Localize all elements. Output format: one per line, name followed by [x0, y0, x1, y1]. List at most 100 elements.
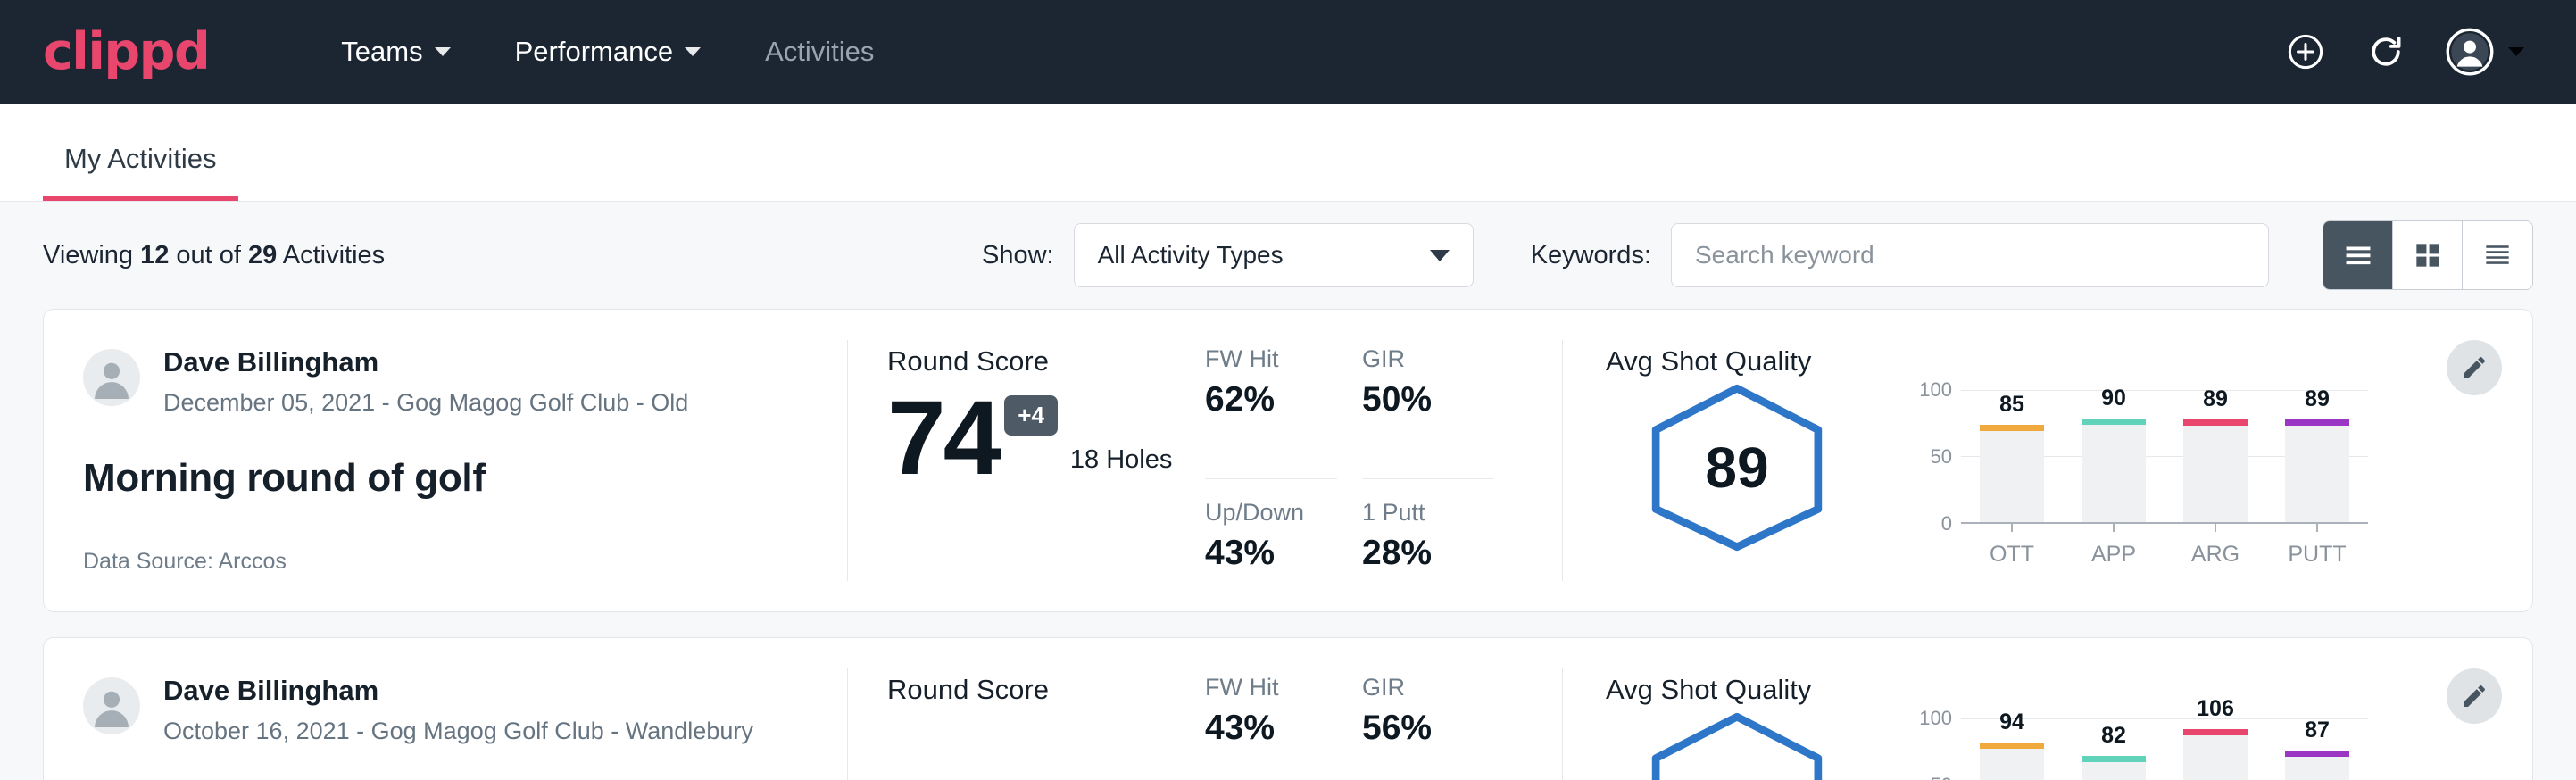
activity-info-column: Dave Billingham October 16, 2021 - Gog M…	[44, 638, 847, 780]
add-circle-icon[interactable]	[2285, 31, 2326, 72]
bar-value-label: 82	[2101, 723, 2126, 749]
stat-gir: GIR 56%	[1362, 674, 1494, 780]
viewing-count: 12	[140, 241, 169, 270]
bar-app	[2082, 756, 2146, 780]
compact-view-button[interactable]	[2463, 221, 2532, 289]
avatar	[83, 349, 140, 406]
stat-value: 43%	[1205, 709, 1337, 748]
avg-shot-quality-body: 100 50 0 94	[1606, 711, 2532, 780]
grid-view-button[interactable]	[2393, 221, 2463, 289]
round-score-value-group	[887, 718, 1205, 731]
edit-activity-button[interactable]	[2447, 340, 2502, 395]
stat-label: Up/Down	[1205, 499, 1337, 527]
round-score-label: Round Score	[887, 345, 1205, 378]
nav-actions	[2285, 28, 2533, 76]
stat-label: FW Hit	[1205, 674, 1337, 701]
activity-card[interactable]: Dave Billingham December 05, 2021 - Gog …	[43, 309, 2533, 612]
quality-hexagon	[1643, 711, 1831, 780]
activity-author: Dave Billingham October 16, 2021 - Gog M…	[83, 674, 808, 745]
bar-value-label: 106	[2197, 696, 2234, 722]
nav-item-performance[interactable]: Performance	[483, 36, 733, 68]
view-mode-toggle-group	[2323, 220, 2533, 290]
x-tick-label: PUTT	[2285, 542, 2349, 568]
x-tick-label: OTT	[1980, 542, 2044, 568]
activity-card[interactable]: Dave Billingham October 16, 2021 - Gog M…	[43, 637, 2533, 780]
bar-ott	[1980, 425, 2044, 522]
account-menu[interactable]	[2446, 28, 2524, 76]
y-tick: 50	[1931, 774, 1952, 780]
viewing-total: 29	[248, 241, 277, 270]
bar-arg	[2183, 729, 2248, 780]
account-avatar-icon	[2446, 28, 2494, 76]
round-score-value-group: 74 +4 18 Holes	[887, 390, 1205, 487]
activity-author: Dave Billingham December 05, 2021 - Gog …	[83, 345, 808, 417]
bar-slot-arg: 89	[2183, 390, 2248, 522]
primary-nav-links: Teams Performance Activities	[309, 36, 906, 68]
chart-plot-area: 85 90 89	[1961, 390, 2368, 524]
x-tick-label: APP	[2082, 542, 2146, 568]
round-score-column: Round Score	[848, 638, 1205, 780]
pencil-icon	[2460, 682, 2489, 710]
tab-bar: My Activities	[0, 104, 2576, 202]
clippd-logo[interactable]: clippd	[43, 27, 209, 78]
stat-value: 43%	[1205, 534, 1337, 573]
bar-putt	[2285, 751, 2349, 780]
bar-putt	[2285, 419, 2349, 522]
stat-label: FW Hit	[1205, 345, 1337, 373]
compact-view-icon	[2480, 238, 2514, 272]
y-tick: 0	[1941, 512, 1952, 535]
person-placeholder-icon	[83, 349, 140, 406]
bar-slot-app: 82	[2082, 718, 2146, 780]
nav-item-activities-label: Activities	[765, 36, 874, 68]
quality-hexagon: 89	[1643, 383, 1831, 552]
chevron-down-icon	[685, 47, 701, 56]
bar-value-label: 89	[2203, 386, 2228, 412]
top-navigation-bar: clippd Teams Performance Activities	[0, 0, 2576, 104]
bar-value-label: 89	[2305, 386, 2330, 412]
stat-label: 1 Putt	[1362, 499, 1494, 527]
bar-slot-ott: 85	[1980, 390, 2044, 522]
y-tick: 100	[1919, 378, 1952, 402]
chart-x-axis: OTT APP ARG PUTT	[1961, 542, 2368, 568]
y-tick: 100	[1919, 707, 1952, 730]
stat-one-putt: 1 Putt 28%	[1362, 499, 1494, 612]
activity-type-select[interactable]: All Activity Types	[1074, 223, 1474, 287]
holes-played: 18 Holes	[1070, 445, 1172, 475]
avg-shot-quality-label: Avg Shot Quality	[1606, 674, 2532, 706]
bar-slot-arg: 106	[2183, 718, 2248, 780]
activity-meta: October 16, 2021 - Gog Magog Golf Club -…	[163, 718, 753, 745]
stat-value: 62%	[1205, 380, 1337, 419]
avg-shot-quality-label: Avg Shot Quality	[1606, 345, 2532, 378]
stat-value: 28%	[1362, 534, 1494, 573]
keywords-label: Keywords:	[1531, 241, 1651, 270]
round-score-label: Round Score	[887, 674, 1205, 706]
activity-title: Morning round of golf	[83, 456, 808, 501]
viewing-suffix: Activities	[277, 241, 385, 270]
bar-value-label: 87	[2305, 718, 2330, 743]
stat-gir: GIR 50%	[1362, 345, 1494, 479]
list-view-icon	[2341, 238, 2375, 272]
stat-value: 56%	[1362, 709, 1494, 748]
refresh-icon[interactable]	[2365, 31, 2406, 72]
nav-item-activities[interactable]: Activities	[733, 36, 906, 68]
stat-up-down: Up/Down 43%	[1205, 499, 1337, 612]
nav-item-teams[interactable]: Teams	[309, 36, 482, 68]
y-tick: 50	[1931, 445, 1952, 469]
list-view-button[interactable]	[2323, 221, 2393, 289]
chart-y-axis: 100 50 0	[1913, 390, 1961, 524]
bar-arg	[2183, 419, 2248, 522]
score-to-par-badge: +4	[1004, 395, 1058, 436]
viewing-count-text: Viewing 12 out of 29 Activities	[43, 241, 385, 270]
nav-item-teams-label: Teams	[341, 36, 422, 68]
person-placeholder-icon	[83, 677, 140, 734]
activity-data-source: Data Source: Arccos	[83, 549, 808, 575]
tab-my-activities[interactable]: My Activities	[43, 143, 238, 201]
round-stats-grid: FW Hit 62% GIR 50% Up/Down 43% 1 Putt 28…	[1205, 310, 1562, 611]
search-input[interactable]	[1671, 223, 2269, 287]
bar-slot-ott: 94	[1980, 718, 2044, 780]
bar-slot-putt: 87	[2285, 718, 2349, 780]
edit-activity-button[interactable]	[2447, 668, 2502, 724]
chevron-down-icon	[2508, 47, 2524, 56]
chevron-down-icon	[435, 47, 451, 56]
x-tick-label: ARG	[2183, 542, 2248, 568]
